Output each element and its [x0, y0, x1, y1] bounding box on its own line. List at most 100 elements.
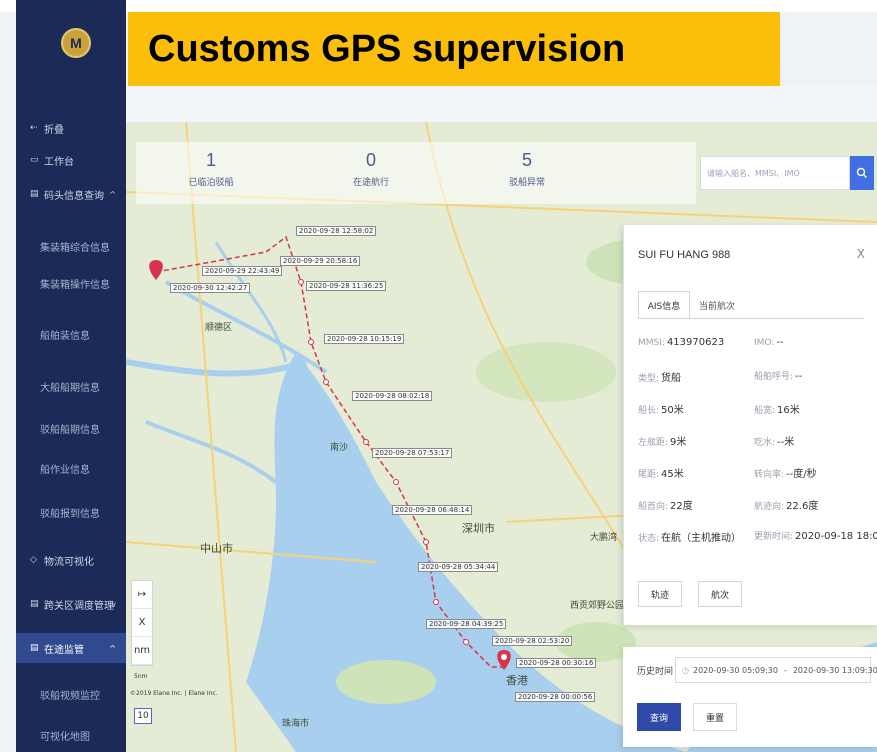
sidebar-item-label: 可视化地图	[40, 731, 90, 743]
map-scale: 5nm	[134, 673, 148, 680]
chevron-icon: v	[111, 599, 116, 609]
sidebar-item[interactable]: ▤ 跨关区调度管理 v	[16, 589, 126, 619]
map-label: 西贡郊野公园	[570, 601, 625, 611]
field-label: 类型:	[638, 374, 660, 384]
sidebar-item[interactable]: ▤ 在途监管 ^	[16, 633, 126, 663]
ship-field: 船舶呼号: --	[754, 369, 802, 382]
stat-value: 0	[365, 150, 376, 170]
ship-field: MMSI: 413970623	[638, 337, 724, 348]
sidebar-item-label: 物流可视化	[44, 556, 94, 568]
search-placeholder: 请输入船名、MMSI、IMO	[707, 168, 800, 178]
sidebar-item[interactable]: 大船船期信息	[16, 371, 126, 401]
ship-field: 尾距: 45米	[638, 465, 684, 480]
sidebar-item[interactable]: 集装箱综合信息	[16, 231, 126, 261]
field-value: 货船	[661, 373, 682, 384]
stat-abnormal[interactable]: 5 驳船异常	[482, 150, 572, 188]
unit-toggle-button[interactable]: nm	[132, 637, 152, 665]
ship-field: 船首向: 22度	[638, 497, 693, 512]
field-label: 航迹向:	[754, 502, 785, 512]
tab-ais-info[interactable]: AIS信息	[638, 291, 690, 319]
banner-title: Customs GPS supervision	[148, 27, 626, 70]
search-input[interactable]: 请输入船名、MMSI、IMO	[700, 156, 850, 190]
stat-label: 在途航行	[352, 178, 389, 188]
map-label: 大鹏湾	[590, 533, 618, 543]
range-separator: -	[783, 665, 787, 675]
measure-tool-button[interactable]: ↦	[132, 581, 152, 609]
sidebar-item-label: 大船船期信息	[40, 382, 100, 394]
field-label: 转向率:	[754, 470, 785, 480]
field-label: 左舷距:	[638, 438, 669, 448]
field-value: 22度	[670, 501, 693, 512]
clock-icon: ◷	[682, 665, 689, 675]
sidebar-item-label: 跨关区调度管理	[44, 600, 114, 612]
track-timestamp: 2020-09-28 08:02:18	[352, 391, 433, 401]
stat-docked[interactable]: 1 已临泊驳船	[166, 150, 256, 188]
track-timestamp: 2020-09-28 07:53:17	[372, 448, 453, 458]
sidebar-item-label: 工作台	[44, 156, 74, 168]
track-timestamp: 2020-09-28 02:53:20	[492, 636, 573, 646]
map-copyright: ©2019 Elane Inc. | Elane Inc.	[130, 690, 218, 697]
stat-in-transit[interactable]: 0 在途航行	[326, 150, 416, 188]
date-range-picker[interactable]: ◷ 2020-09-30 05:09:30 - 2020-09-30 13:09…	[675, 657, 877, 683]
sidebar-item[interactable]: ▤ 码头信息查询 ^	[16, 179, 126, 209]
sidebar-item[interactable]: 船舶装信息	[16, 319, 126, 349]
sidebar-item[interactable]: 驳船报到信息	[16, 497, 126, 527]
sidebar-item[interactable]: 集装箱操作信息	[16, 268, 126, 298]
field-value: 50米	[661, 405, 684, 416]
reset-button[interactable]: 重置	[693, 703, 737, 731]
track-timestamp: 2020-09-28 04:39:25	[426, 619, 507, 629]
ship-field: 状态: 在航（主机推动）	[638, 529, 741, 544]
track-timestamp: 2020-09-28 06:48:14	[392, 505, 473, 515]
stat-value: 1	[205, 150, 216, 170]
field-label: IMO:	[754, 338, 775, 348]
clear-tool-button[interactable]: X	[132, 609, 152, 637]
ship-info-panel: SUI FU HANG 988 X AIS信息 当前航次 MMSI: 413970…	[623, 225, 877, 625]
chevron-icon: ^	[109, 643, 116, 653]
track-timestamp: 2020-09-29 20:58:16	[280, 256, 361, 266]
slide-top-edge	[0, 0, 877, 12]
ship-field: 类型: 货船	[638, 369, 681, 384]
sidebar-item[interactable]: 驳船船期信息	[16, 413, 126, 443]
field-label: 船首向:	[638, 502, 669, 512]
ship-field: 左舷距: 9米	[638, 433, 686, 448]
map-label: 珠海市	[282, 719, 310, 729]
track-timestamp: 2020-09-28 05:34:44	[418, 562, 499, 572]
stat-label: 驳船异常	[508, 178, 545, 188]
track-button[interactable]: 轨迹	[638, 581, 682, 607]
field-value: 22.6度	[786, 501, 819, 512]
field-label: 吃水:	[754, 438, 776, 448]
track-timestamp: 2020-09-28 00:00:56	[515, 692, 596, 702]
nav-icon: ▤	[30, 599, 39, 609]
voyage-button[interactable]: 航次	[698, 581, 742, 607]
map-label: 中山市	[200, 542, 233, 555]
zoom-level: 10	[134, 708, 152, 724]
field-value: --米	[777, 437, 795, 448]
nav-icon: ▤	[30, 189, 39, 199]
sidebar-item[interactable]: ◇ 物流可视化	[16, 545, 126, 575]
close-icon[interactable]: X	[857, 247, 865, 261]
track-timestamp: 2020-09-28 12:58:02	[296, 226, 377, 236]
search-button[interactable]	[850, 156, 874, 190]
sidebar-item[interactable]: 可视化地图	[16, 720, 126, 750]
sidebar-item-label: 码头信息查询	[44, 190, 104, 202]
field-value: 9米	[670, 437, 687, 448]
tab-divider	[638, 318, 864, 319]
field-value: 45米	[661, 469, 684, 480]
sidebar-item-label: 折叠	[44, 124, 64, 136]
ship-field: 更新时间:2020-09-18 18:08:51	[754, 529, 877, 542]
sidebar-item[interactable]: ⇠ 折叠	[16, 113, 126, 143]
sidebar-item[interactable]: 驳船视频监控	[16, 679, 126, 709]
field-label: 尾距:	[638, 470, 660, 480]
sidebar-item-label: 船舶装信息	[40, 330, 90, 342]
track-timestamp: 2020-09-28 10:15:19	[324, 334, 405, 344]
sidebar-item[interactable]: 船作业信息	[16, 453, 126, 483]
nav-icon: ⇠	[30, 123, 38, 133]
track-timestamp: 2020-09-30 12:42:27	[170, 283, 251, 293]
stat-label: 已临泊驳船	[188, 178, 234, 188]
query-button[interactable]: 查询	[637, 703, 681, 731]
content-header-gap	[126, 86, 877, 122]
ship-field: IMO: --	[754, 337, 784, 348]
sidebar-item[interactable]: ▭ 工作台	[16, 145, 126, 175]
tab-current-voyage[interactable]: 当前航次	[692, 291, 742, 319]
ship-field: 船宽: 16米	[754, 401, 800, 416]
